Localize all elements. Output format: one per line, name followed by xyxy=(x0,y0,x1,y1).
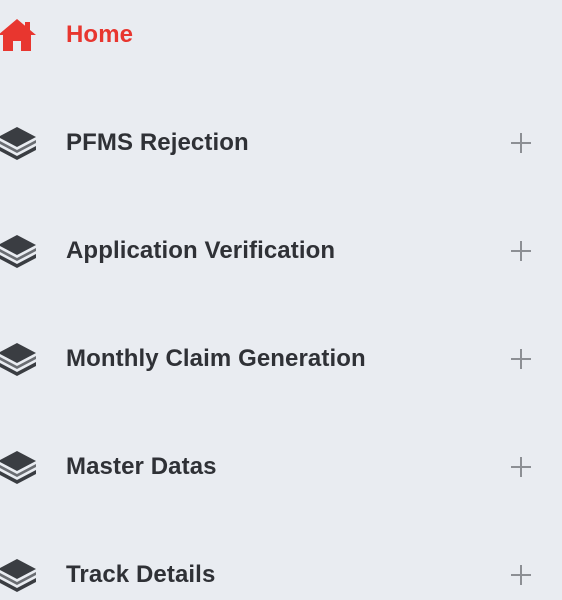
sidebar-item-label: Home xyxy=(66,21,134,48)
plus-icon[interactable] xyxy=(508,454,534,480)
sidebar-item-master-datas[interactable]: Master Datas xyxy=(0,435,562,499)
sidebar-item-label: PFMS Rejection xyxy=(66,129,249,156)
sidebar-item-home[interactable]: Home xyxy=(0,3,562,67)
plus-icon[interactable] xyxy=(508,562,534,588)
plus-icon[interactable] xyxy=(508,346,534,372)
layers-icon xyxy=(0,343,36,376)
sidebar-item-label: Track Details xyxy=(66,561,216,588)
sidebar-item-application-verification[interactable]: Application Verification xyxy=(0,219,562,283)
sidebar-item-label: Application Verification xyxy=(66,237,336,264)
plus-icon[interactable] xyxy=(508,238,534,264)
home-icon xyxy=(0,19,36,51)
layers-icon xyxy=(0,235,36,268)
sidebar-item-track-details[interactable]: Track Details xyxy=(0,543,562,600)
sidebar-item-pfms-rejection[interactable]: PFMS Rejection xyxy=(0,111,562,175)
sidebar: Home PFMS Rejection Application Verifica… xyxy=(0,0,562,600)
sidebar-item-label: Master Datas xyxy=(66,453,217,480)
layers-icon xyxy=(0,559,36,592)
layers-icon xyxy=(0,451,36,484)
layers-icon xyxy=(0,127,36,160)
sidebar-item-monthly-claim-generation[interactable]: Monthly Claim Generation xyxy=(0,327,562,391)
sidebar-item-label: Monthly Claim Generation xyxy=(66,345,366,372)
plus-icon[interactable] xyxy=(508,130,534,156)
